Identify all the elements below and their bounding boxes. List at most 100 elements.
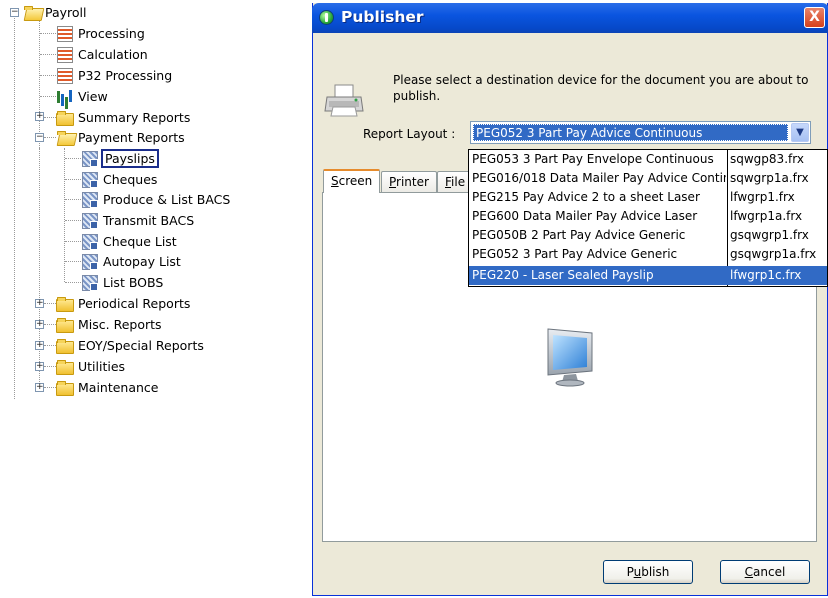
- report-icon: [56, 25, 73, 42]
- tree-item-produce-list-bacs[interactable]: Produce & List BACS: [81, 189, 232, 209]
- dropdown-option[interactable]: PEG215 Pay Advice 2 to a sheet Laser lfw…: [469, 188, 827, 207]
- expand-periodical-reports-toggle[interactable]: +: [35, 299, 44, 308]
- tree-item-label: EOY/Special Reports: [78, 337, 204, 353]
- dialog-title: Publisher: [341, 8, 424, 26]
- folder-icon: [56, 359, 74, 375]
- close-button[interactable]: X: [804, 7, 825, 28]
- tree-item-payslips[interactable]: Payslips: [81, 148, 159, 168]
- tab-screen[interactable]: Screen: [323, 169, 381, 193]
- navigation-tree: − + − + + + + + Payroll Processing Calcu…: [0, 0, 300, 598]
- folder-icon: [56, 380, 74, 396]
- report-layout-label: Report Layout :: [363, 127, 456, 141]
- tree-item-periodical-reports[interactable]: Periodical Reports: [56, 293, 192, 313]
- monitor-icon: [547, 328, 593, 387]
- tab-accel: S: [331, 174, 339, 188]
- tree-item-transmit-bacs[interactable]: Transmit BACS: [81, 210, 196, 230]
- chart-icon: [56, 89, 73, 104]
- expand-utilities-toggle[interactable]: +: [35, 362, 44, 371]
- tree-item-label: Transmit BACS: [103, 212, 195, 228]
- tree-item-view[interactable]: View: [56, 86, 110, 106]
- tree-item-label: Autopay List: [103, 253, 181, 269]
- option-name: PEG016/018 Data Mailer Pay Advice Contin…: [472, 171, 726, 185]
- tree-item-label: Produce & List BACS: [103, 191, 231, 207]
- payslip-icon: [81, 212, 98, 229]
- tab-label-rest: rinter: [396, 175, 429, 189]
- tree-item-payment-reports[interactable]: Payment Reports: [56, 127, 187, 147]
- dropdown-option[interactable]: PEG016/018 Data Mailer Pay Advice Contin…: [469, 169, 827, 188]
- dropdown-option[interactable]: PEG600 Data Mailer Pay Advice Laser lfwg…: [469, 207, 827, 226]
- option-file: sqwgp83.frx: [730, 152, 804, 166]
- tree-item-label: Processing: [78, 25, 145, 41]
- option-file: sqwgrp1a.frx: [730, 171, 809, 185]
- payslip-icon: [81, 191, 98, 208]
- tree-item-label: View: [78, 88, 108, 104]
- report-icon: [56, 46, 73, 63]
- publish-label: Publish: [626, 565, 670, 579]
- tree-item-misc-reports[interactable]: Misc. Reports: [56, 314, 164, 334]
- payslip-icon: [81, 171, 98, 188]
- tab-accel: P: [389, 175, 397, 189]
- option-file: gsqwgrp1a.frx: [730, 247, 817, 261]
- tree-item-list-bobs[interactable]: List BOBS: [81, 272, 165, 292]
- tree-item-processing[interactable]: Processing: [56, 23, 147, 43]
- instruction-message: Please select a destination device for t…: [393, 73, 809, 103]
- tab-label-rest: ile: [451, 175, 466, 189]
- tree-item-payroll[interactable]: Payroll: [23, 2, 89, 22]
- publisher-dialog: Publisher X Please select a destination …: [312, 3, 828, 596]
- report-icon: [56, 67, 73, 84]
- expand-misc-reports-toggle[interactable]: +: [35, 320, 44, 329]
- expand-summary-reports-toggle[interactable]: +: [35, 112, 44, 121]
- tree-item-label: P32 Processing: [78, 67, 173, 83]
- tab-printer[interactable]: Printer: [381, 171, 437, 192]
- option-name: PEG220 - Laser Sealed Payslip: [472, 268, 654, 282]
- option-name: PEG215 Pay Advice 2 to a sheet Laser: [472, 190, 700, 204]
- cancel-label: Cancel: [744, 565, 786, 579]
- tree-item-cheque-list[interactable]: Cheque List: [81, 231, 179, 251]
- report-layout-select[interactable]: PEG052 3 Part Pay Advice Continuous ▼: [470, 121, 811, 144]
- folder-open-icon: [56, 130, 73, 145]
- tree-item-autopay-list[interactable]: Autopay List: [81, 251, 183, 271]
- expand-eoy-reports-toggle[interactable]: +: [35, 341, 44, 350]
- tab-label-rest: creen: [338, 174, 373, 188]
- option-file: lfwgrp1.frx: [730, 190, 795, 204]
- tree-item-utilities[interactable]: Utilities: [56, 356, 127, 376]
- collapse-payment-reports-toggle[interactable]: −: [35, 133, 44, 142]
- dropdown-option[interactable]: PEG050B 2 Part Pay Advice Generic gsqwgr…: [469, 226, 827, 245]
- dropdown-option[interactable]: PEG053 3 Part Pay Envelope Continuous sq…: [469, 150, 827, 169]
- tree-item-calculation[interactable]: Calculation: [56, 44, 150, 64]
- option-file: lfwgrp1a.frx: [730, 209, 803, 223]
- option-name: PEG053 3 Part Pay Envelope Continuous: [472, 152, 714, 166]
- tree-item-summary-reports[interactable]: Summary Reports: [56, 107, 192, 127]
- tree-item-label: Payslips: [101, 148, 159, 168]
- tree-item-p32-processing[interactable]: P32 Processing: [56, 65, 174, 85]
- tree-item-label: Cheques: [103, 171, 158, 187]
- tree-item-label: Cheque List: [103, 233, 177, 249]
- tree-item-label: Payroll: [45, 4, 87, 20]
- folder-icon: [56, 110, 74, 126]
- report-layout-dropdown: PEG053 3 Part Pay Envelope Continuous sq…: [468, 149, 828, 287]
- expand-maintenance-toggle[interactable]: +: [35, 383, 44, 392]
- tree-item-cheques[interactable]: Cheques: [81, 169, 159, 189]
- tree-item-label: List BOBS: [103, 274, 164, 290]
- collapse-payroll-toggle[interactable]: −: [10, 8, 19, 17]
- publisher-icon: [319, 10, 334, 25]
- option-name: PEG052 3 Part Pay Advice Generic: [472, 247, 678, 261]
- dropdown-option-highlighted[interactable]: PEG220 - Laser Sealed Payslip lfwgrp1c.f…: [469, 266, 827, 285]
- tree-item-label: Utilities: [78, 358, 126, 374]
- tree-item-label: Calculation: [78, 46, 148, 62]
- folder-open-icon: [23, 5, 40, 20]
- folder-icon: [56, 317, 74, 333]
- folder-icon: [56, 338, 74, 354]
- tree-item-label: Periodical Reports: [78, 295, 191, 311]
- cancel-button[interactable]: Cancel: [720, 560, 810, 584]
- option-name: PEG050B 2 Part Pay Advice Generic: [472, 228, 686, 242]
- dropdown-option[interactable]: PEG052 3 Part Pay Advice Generic gsqwgrp…: [469, 245, 827, 264]
- tree-item-eoy-special-reports[interactable]: EOY/Special Reports: [56, 335, 206, 355]
- publish-button[interactable]: Publish: [603, 560, 693, 584]
- payslip-icon: [81, 274, 98, 291]
- tree-item-label: Maintenance: [78, 379, 159, 395]
- tree-item-maintenance[interactable]: Maintenance: [56, 377, 161, 397]
- dialog-titlebar[interactable]: Publisher X: [312, 3, 828, 33]
- payslip-icon: [81, 233, 98, 250]
- chevron-down-icon[interactable]: ▼: [791, 123, 809, 142]
